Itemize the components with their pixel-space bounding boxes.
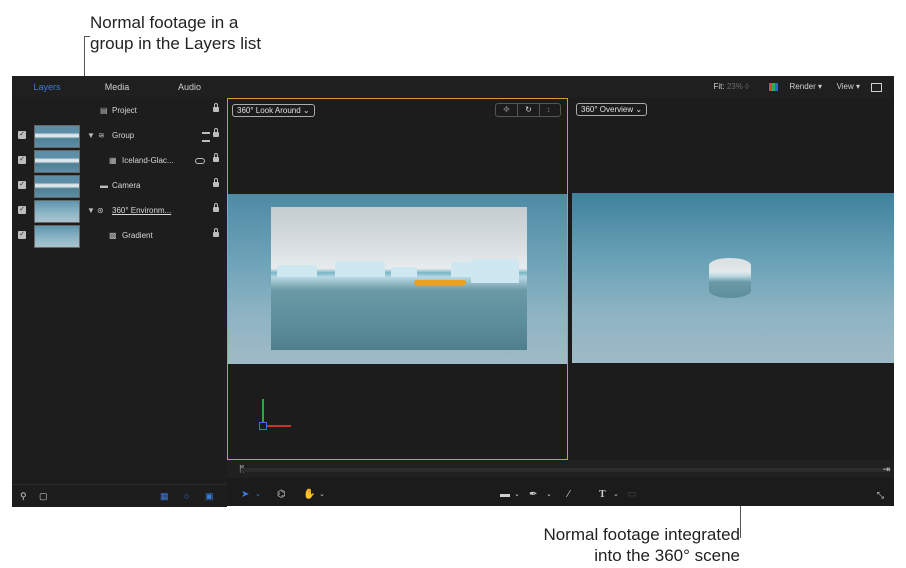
callout-scene: Normal footage integrated into the 360° … — [543, 524, 740, 566]
layers-panel-footer: ⚲ ▢ ▦ ○ ▣ — [12, 484, 227, 507]
layer-thumbnail — [34, 200, 80, 223]
motion-app-window: Layers Media Audio Fit: 23% ◊ Render ▾ V… — [12, 76, 894, 507]
text-tool-icon[interactable]: T — [599, 484, 606, 506]
chevron-down-icon[interactable]: ⌄ — [546, 484, 552, 506]
viewport-look-around[interactable]: 360° Look Around ⌄ ✥ ↻ ↕ — [227, 98, 568, 460]
shape-tool-icon[interactable]: ▬ — [500, 484, 510, 506]
layer-thumbnail — [34, 150, 80, 173]
camera-icon: ▬ — [100, 181, 108, 190]
layers-list: ▤ Project ✓ ▼ ≋ Group ✓ ▦ Iceland-Glac..… — [12, 98, 227, 484]
layer-name: Gradient — [122, 231, 153, 240]
callout-layers: Normal footage in a group in the Layers … — [90, 12, 261, 54]
layer-name: Group — [112, 131, 135, 140]
layer-thumbnail — [34, 225, 80, 248]
layer-name: Project — [112, 106, 137, 115]
lock-icon[interactable] — [213, 228, 219, 237]
chevron-down-icon[interactable]: ⌄ — [319, 484, 325, 506]
pen-tool-icon[interactable]: ✒ — [529, 484, 537, 506]
pan-icon[interactable]: ✥ — [496, 104, 517, 116]
layer-row-camera[interactable]: ✓ ▬ Camera — [12, 173, 227, 198]
lock-icon[interactable] — [213, 203, 219, 212]
render-menu[interactable]: Render ▾ — [790, 76, 822, 98]
viewport-overview[interactable]: 360° Overview ⌄ — [572, 98, 894, 460]
tab-media[interactable]: Media — [82, 76, 152, 98]
view-layout-icon[interactable] — [871, 83, 882, 92]
callout-layers-line1: Normal footage in a — [90, 13, 239, 32]
layer-name: Iceland-Glac... — [122, 156, 174, 165]
behaviors-icon[interactable]: ▦ — [160, 485, 169, 507]
layer-row-360-environment[interactable]: ✓ ▼ ⊛ 360° Environm... — [12, 198, 227, 223]
film-icon: ▦ — [109, 156, 117, 165]
tab-layers[interactable]: Layers — [12, 76, 82, 98]
stack-icon — [202, 132, 210, 142]
layer-row-group[interactable]: ✓ ▼ ≋ Group — [12, 123, 227, 148]
footage-in-360-scene[interactable] — [709, 258, 751, 298]
chevron-down-icon[interactable]: ⌄ — [255, 484, 261, 506]
chevron-down-icon[interactable]: ⌄ — [514, 484, 520, 506]
channels-color-icon[interactable] — [769, 83, 778, 91]
view-layout-dropdown-right[interactable]: 360° Overview ⌄ — [576, 103, 648, 116]
link-icon[interactable] — [195, 158, 205, 164]
layer-checkbox[interactable]: ✓ — [18, 181, 26, 189]
iceland-glacier-footage[interactable] — [271, 207, 527, 350]
layer-row-iceland-glacier[interactable]: ✓ ▦ Iceland-Glac... — [12, 148, 227, 173]
search-icon[interactable]: ⚲ — [20, 485, 27, 507]
lock-icon[interactable] — [213, 128, 219, 137]
adjust-3d-tool-icon[interactable]: ⌬ — [277, 484, 286, 506]
paint-stroke-icon[interactable]: ⁄ — [568, 484, 570, 506]
lock-icon[interactable] — [213, 153, 219, 162]
canvas-area: 360° Look Around ⌄ ✥ ↻ ↕ 360° Overview ⌄ — [227, 98, 894, 506]
view-menu[interactable]: View ▾ — [837, 76, 860, 98]
3d-view-controls: ✥ ↻ ↕ — [495, 103, 561, 117]
tab-audio[interactable]: Audio — [152, 76, 227, 98]
disclosure-triangle-icon[interactable]: ▼ — [87, 198, 95, 223]
top-bar: Layers Media Audio Fit: 23% ◊ Render ▾ V… — [12, 76, 894, 98]
timeline-track[interactable] — [241, 468, 891, 472]
layer-row-project[interactable]: ▤ Project — [12, 98, 227, 123]
layer-name: 360° Environm... — [112, 206, 172, 215]
layer-row-gradient[interactable]: ✓ ▩ Gradient — [12, 223, 227, 248]
add-layer-icon[interactable]: ▢ — [39, 485, 48, 507]
dolly-icon[interactable]: ↕ — [538, 104, 559, 116]
callout-scene-line1: Normal footage integrated — [543, 525, 740, 544]
layer-checkbox[interactable]: ✓ — [18, 156, 26, 164]
document-icon: ▤ — [100, 106, 108, 115]
layer-checkbox[interactable]: ✓ — [18, 206, 26, 214]
fit-zoom-control[interactable]: Fit: 23% ◊ — [713, 76, 749, 98]
chevron-down-icon[interactable]: ⌄ — [613, 484, 619, 506]
callout-layers-line2: group in the Layers list — [90, 34, 262, 53]
gradient-icon: ▩ — [109, 231, 117, 240]
environment-icon: ⊛ — [97, 206, 104, 215]
group-icon: ≋ — [98, 131, 105, 140]
filters-icon[interactable]: ○ — [184, 485, 189, 507]
layer-thumbnail — [34, 175, 80, 198]
z-axis-origin — [259, 422, 267, 430]
layer-thumbnail — [34, 125, 80, 148]
layer-name: Camera — [112, 181, 141, 190]
layer-checkbox[interactable]: ✓ — [18, 131, 26, 139]
select-tool-icon[interactable]: ➤ — [241, 484, 249, 506]
fit-value: 23% ◊ — [726, 82, 749, 91]
mini-timeline: ᛗ ⇥ — [227, 460, 894, 478]
expand-icon[interactable]: ⤡ — [877, 484, 884, 506]
mask-tool-icon[interactable]: ▭ — [627, 484, 636, 506]
mask-icon[interactable]: ▣ — [205, 485, 214, 507]
layer-checkbox[interactable]: ✓ — [18, 231, 26, 239]
disclosure-triangle-icon[interactable]: ▼ — [87, 123, 95, 148]
callout-leader-top-elbow — [84, 36, 90, 37]
lock-icon[interactable] — [213, 103, 219, 112]
fit-label: Fit: — [713, 82, 725, 91]
out-point-icon[interactable]: ⇥ — [882, 458, 890, 480]
view-layout-dropdown-left[interactable]: 360° Look Around ⌄ — [232, 104, 315, 117]
canvas-toolbar: ➤ ⌄ ⌬ ✋ ⌄ ▬ ⌄ ✒ ⌄ ⁄ T ⌄ ▭ ⤡ — [227, 484, 894, 506]
lock-icon[interactable] — [213, 178, 219, 187]
orbit-icon[interactable]: ↻ — [517, 104, 540, 116]
pan-hand-icon[interactable]: ✋ — [303, 484, 315, 506]
callout-scene-line2: into the 360° scene — [594, 546, 740, 565]
